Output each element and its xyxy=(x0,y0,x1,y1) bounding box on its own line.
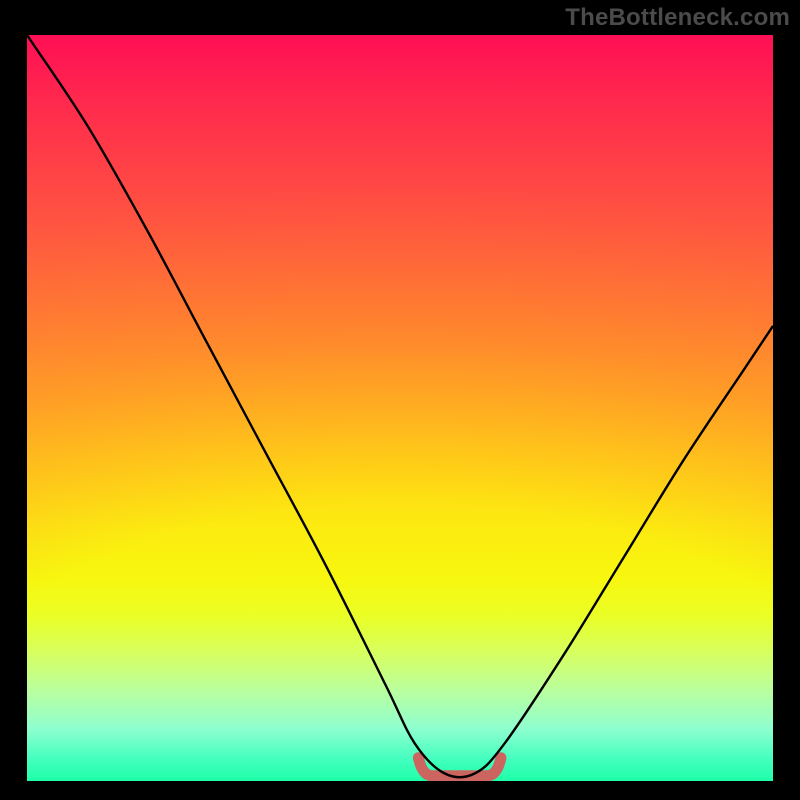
bottleneck-curve-line xyxy=(27,35,773,777)
chart-frame: TheBottleneck.com xyxy=(0,0,800,800)
curve-svg xyxy=(27,35,773,781)
plot-area xyxy=(27,35,773,781)
watermark-text: TheBottleneck.com xyxy=(565,4,790,32)
flat-minimum-marker xyxy=(418,758,501,776)
